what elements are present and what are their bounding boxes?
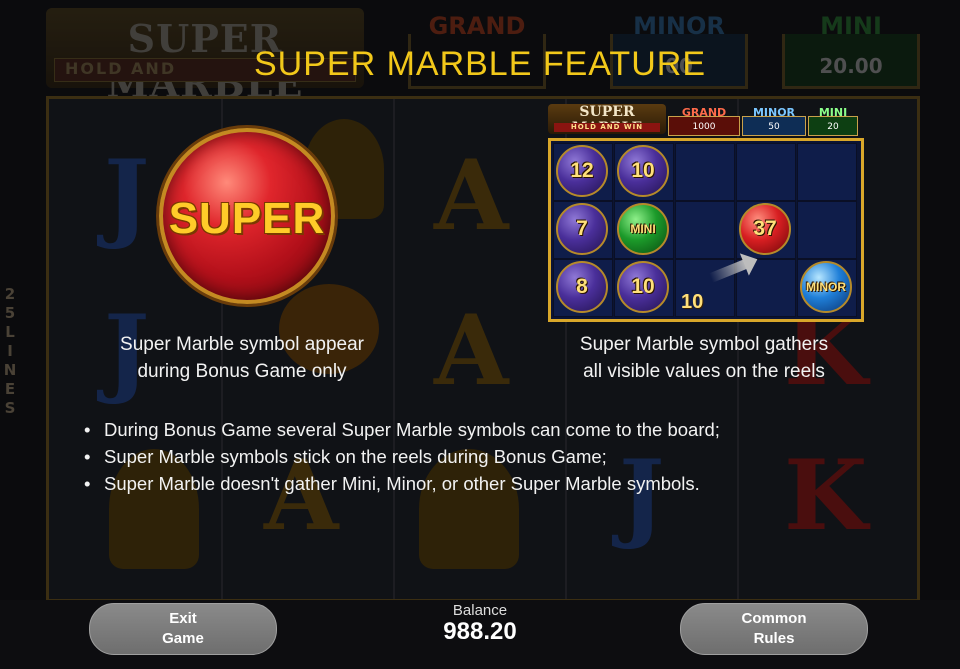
balance-label: Balance (452, 602, 508, 619)
preview-marble: 10 (617, 145, 669, 197)
rule-item: Super Marble doesn't gather Mini, Minor,… (84, 470, 884, 497)
preview-jackpot-minor-value: 50 (768, 122, 780, 132)
reel-symbol-a: A (434, 139, 509, 252)
jackpot-mini-label: MINI (820, 12, 882, 40)
feature-example-image: SUPER MARBLE HOLD AND WIN GRAND 1000 MIN… (546, 104, 864, 322)
preview-flying-value: 10 (681, 291, 704, 313)
right-caption-line-2: all visible values on the reels (583, 361, 825, 382)
left-caption: Super Marble symbol appear during Bonus … (92, 331, 392, 385)
preview-jackpot-mini: MINI 20 (808, 106, 858, 136)
preview-jackpot-mini-label: MINI (818, 106, 848, 119)
preview-jackpot-grand: GRAND 1000 (668, 106, 740, 136)
reel-symbol-j: J (104, 139, 150, 252)
super-marble-symbol: SUPER (159, 128, 335, 304)
jackpot-grand-label: GRAND (428, 12, 526, 40)
preview-marble: 8 (556, 261, 608, 313)
common-rules-label-1: Common (741, 610, 807, 627)
preview-marble: 10 (617, 261, 669, 313)
jackpot-minor-label: MINOR (633, 12, 725, 40)
right-caption: Super Marble symbol gathers all visible … (546, 331, 862, 385)
preview-marble: 12 (556, 145, 608, 197)
preview-jackpot-grand-value: 1000 (692, 122, 716, 132)
rule-item: Super Marble symbols stick on the reels … (84, 443, 884, 470)
super-marble-word: SUPER (168, 194, 326, 243)
preview-marble-mini: MINI (617, 203, 669, 255)
left-caption-line-2: during Bonus Game only (137, 361, 347, 382)
preview-reel-grid: 12 10 7 MINI 37 8 10 MINOR 10 (548, 138, 864, 322)
preview-marble: 7 (556, 203, 608, 255)
paylines-indicator: 25LINES (3, 285, 17, 417)
common-rules-button[interactable]: Common Rules (680, 603, 868, 655)
preview-jackpot-mini-value: 20 (827, 122, 839, 132)
preview-super-marble: 37 (739, 203, 791, 255)
feature-title: SUPER MARBLE FEATURE (253, 45, 706, 83)
preview-logo: SUPER MARBLE HOLD AND WIN (548, 104, 666, 136)
rules-list: During Bonus Game several Super Marble s… (84, 416, 884, 497)
balance-value: 988.20 (443, 618, 517, 645)
common-rules-label-2: Rules (753, 630, 795, 647)
left-caption-line-1: Super Marble symbol appear (120, 334, 364, 355)
preview-jackpot-minor: MINOR 50 (742, 106, 806, 136)
preview-logo-subtitle: HOLD AND WIN (554, 123, 660, 132)
exit-game-label-1: Exit (169, 610, 197, 627)
exit-game-button[interactable]: Exit Game (89, 603, 277, 655)
preview-marble-minor: MINOR (800, 261, 852, 313)
exit-game-label-2: Game (162, 630, 204, 647)
reel-symbol-a: A (434, 294, 509, 407)
rule-item: During Bonus Game several Super Marble s… (84, 416, 884, 443)
right-caption-line-1: Super Marble symbol gathers (579, 334, 829, 355)
preview-jackpot-minor-label: MINOR (752, 106, 796, 119)
preview-jackpot-grand-label: GRAND (681, 106, 727, 119)
